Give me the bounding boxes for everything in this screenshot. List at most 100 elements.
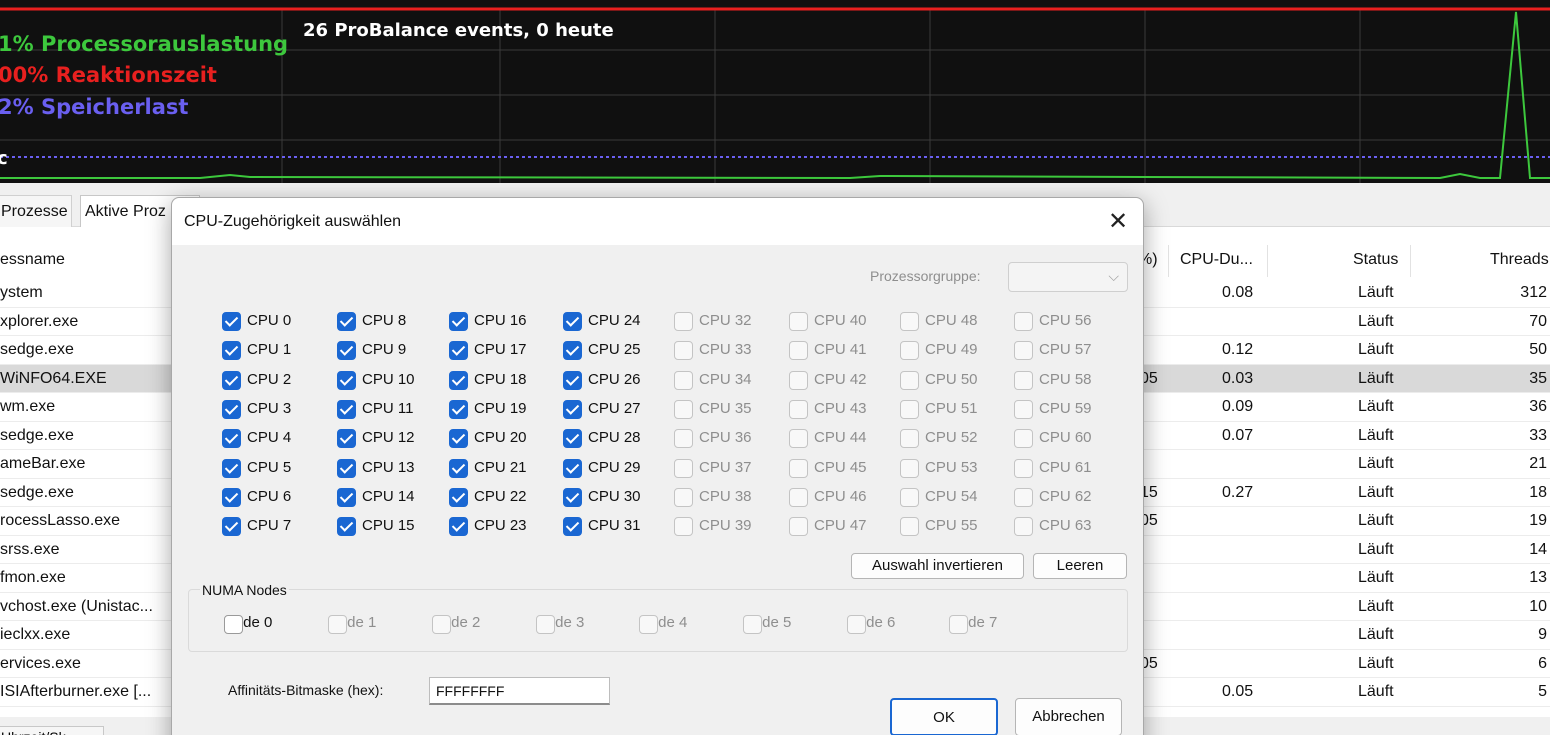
checkbox-empty-icon[interactable] <box>674 458 693 478</box>
checkbox-empty-icon[interactable] <box>1014 341 1033 361</box>
checkbox-checked-icon[interactable] <box>337 517 356 537</box>
column-header-name[interactable]: essname <box>0 245 65 277</box>
checkbox-empty-icon[interactable] <box>674 487 693 507</box>
checkbox-empty-icon[interactable] <box>674 429 693 449</box>
checkbox-empty-icon[interactable] <box>639 615 658 634</box>
checkbox-empty-icon[interactable] <box>900 312 919 331</box>
checkbox-empty-icon[interactable] <box>1014 399 1033 419</box>
cpu-label: CPU 24 <box>588 312 641 329</box>
checkbox-checked-icon[interactable] <box>222 370 241 390</box>
checkbox-checked-icon[interactable] <box>563 517 582 537</box>
checkbox-checked-icon[interactable] <box>222 312 241 331</box>
checkbox-checked-icon[interactable] <box>563 429 582 449</box>
invert-selection-button[interactable]: Auswahl invertieren <box>851 553 1024 579</box>
checkbox-empty-icon[interactable] <box>674 341 693 361</box>
checkbox-empty-icon[interactable] <box>1014 458 1033 478</box>
checkbox-empty-icon[interactable] <box>674 517 693 537</box>
tab-bottom[interactable]: Uhrzeit/Sk <box>0 726 104 735</box>
checkbox-empty-icon[interactable] <box>789 458 808 478</box>
checkbox-empty-icon[interactable] <box>674 370 693 390</box>
column-header-threads[interactable]: Threads <box>1490 245 1549 277</box>
checkbox-checked-icon[interactable] <box>563 341 582 361</box>
processor-group-select[interactable]: ⌵ <box>1008 262 1128 292</box>
checkbox-empty-icon[interactable] <box>789 399 808 419</box>
checkbox-empty-icon[interactable] <box>789 487 808 507</box>
cancel-button[interactable]: Abbrechen <box>1015 698 1122 735</box>
numa-node-0-checkbox[interactable]: Node 0 <box>224 614 272 636</box>
checkbox-checked-icon[interactable] <box>449 487 468 507</box>
checkbox-checked-icon[interactable] <box>337 487 356 507</box>
checkbox-empty-icon[interactable] <box>1014 429 1033 449</box>
checkbox-empty-icon[interactable] <box>1014 487 1033 507</box>
checkbox-checked-icon[interactable] <box>449 399 468 419</box>
checkbox-checked-icon[interactable] <box>222 399 241 419</box>
checkbox-checked-icon[interactable] <box>563 399 582 419</box>
checkbox-empty-icon[interactable] <box>1014 370 1033 390</box>
checkbox-empty-icon[interactable] <box>900 399 919 419</box>
clear-button[interactable]: Leeren <box>1033 553 1127 579</box>
checkbox-checked-icon[interactable] <box>222 487 241 507</box>
checkbox-checked-icon[interactable] <box>563 487 582 507</box>
checkbox-checked-icon[interactable] <box>563 312 582 331</box>
checkbox-empty-icon[interactable] <box>789 312 808 331</box>
checkbox-empty-icon[interactable] <box>949 615 968 634</box>
close-icon[interactable]: ✕ <box>1100 208 1136 236</box>
checkbox-empty-icon[interactable] <box>674 399 693 419</box>
checkbox-checked-icon[interactable] <box>337 370 356 390</box>
checkbox-checked-icon[interactable] <box>222 429 241 449</box>
checkbox-empty-icon[interactable] <box>900 341 919 361</box>
checkbox-empty-icon[interactable] <box>432 615 451 634</box>
checkbox-checked-icon[interactable] <box>563 370 582 390</box>
checkbox-empty-icon[interactable] <box>536 615 555 634</box>
checkbox-empty-icon[interactable] <box>900 517 919 537</box>
numa-node-5-checkbox[interactable]: Node 5 <box>743 614 791 636</box>
checkbox-empty-icon[interactable] <box>328 615 347 634</box>
checkbox-empty-icon[interactable] <box>743 615 762 634</box>
numa-node-7-checkbox[interactable]: Node 7 <box>949 614 997 636</box>
numa-node-1-checkbox[interactable]: Node 1 <box>328 614 376 636</box>
affinity-bitmask-input[interactable] <box>429 677 610 705</box>
checkbox-checked-icon[interactable] <box>222 517 241 537</box>
checkbox-empty-icon[interactable] <box>789 370 808 390</box>
checkbox-checked-icon[interactable] <box>563 458 582 478</box>
checkbox-empty-icon[interactable] <box>1014 517 1033 537</box>
checkbox-checked-icon[interactable] <box>449 341 468 361</box>
numa-node-2-checkbox[interactable]: Node 2 <box>432 614 480 636</box>
checkbox-checked-icon[interactable] <box>337 312 356 331</box>
cpu-label: CPU 39 <box>699 517 752 535</box>
checkbox-empty-icon[interactable] <box>900 487 919 507</box>
column-header-status[interactable]: Status <box>1353 245 1398 277</box>
cpu-label: CPU 12 <box>362 429 415 447</box>
checkbox-empty-icon[interactable] <box>789 517 808 537</box>
checkbox-empty-icon[interactable] <box>224 615 243 634</box>
numa-node-6-checkbox[interactable]: Node 6 <box>847 614 895 636</box>
numa-node-4-checkbox[interactable]: Node 4 <box>639 614 687 636</box>
checkbox-checked-icon[interactable] <box>222 458 241 478</box>
threads-cell: 33 <box>1529 426 1547 444</box>
checkbox-checked-icon[interactable] <box>337 429 356 449</box>
checkbox-checked-icon[interactable] <box>449 312 468 331</box>
checkbox-checked-icon[interactable] <box>222 341 241 361</box>
checkbox-checked-icon[interactable] <box>337 341 356 361</box>
checkbox-checked-icon[interactable] <box>449 429 468 449</box>
checkbox-empty-icon[interactable] <box>847 615 866 634</box>
cpu-label: CPU 19 <box>474 399 527 417</box>
checkbox-empty-icon[interactable] <box>789 429 808 449</box>
cpu-label: CPU 57 <box>1039 341 1092 359</box>
numa-node-3-checkbox[interactable]: Node 3 <box>536 614 584 636</box>
checkbox-empty-icon[interactable] <box>1014 312 1033 331</box>
checkbox-empty-icon[interactable] <box>900 458 919 478</box>
checkbox-checked-icon[interactable] <box>337 458 356 478</box>
checkbox-checked-icon[interactable] <box>449 370 468 390</box>
checkbox-empty-icon[interactable] <box>900 370 919 390</box>
checkbox-empty-icon[interactable] <box>674 312 693 331</box>
checkbox-empty-icon[interactable] <box>789 341 808 361</box>
checkbox-empty-icon[interactable] <box>900 429 919 449</box>
tab-processes[interactable]: Prozesse <box>0 195 72 227</box>
ok-button[interactable]: OK <box>890 698 998 735</box>
checkbox-checked-icon[interactable] <box>449 517 468 537</box>
column-header-cpu-duration[interactable]: CPU-Du... <box>1180 245 1253 277</box>
checkbox-checked-icon[interactable] <box>337 399 356 419</box>
checkbox-checked-icon[interactable] <box>449 458 468 478</box>
status-cell: Läuft <box>1358 369 1394 387</box>
